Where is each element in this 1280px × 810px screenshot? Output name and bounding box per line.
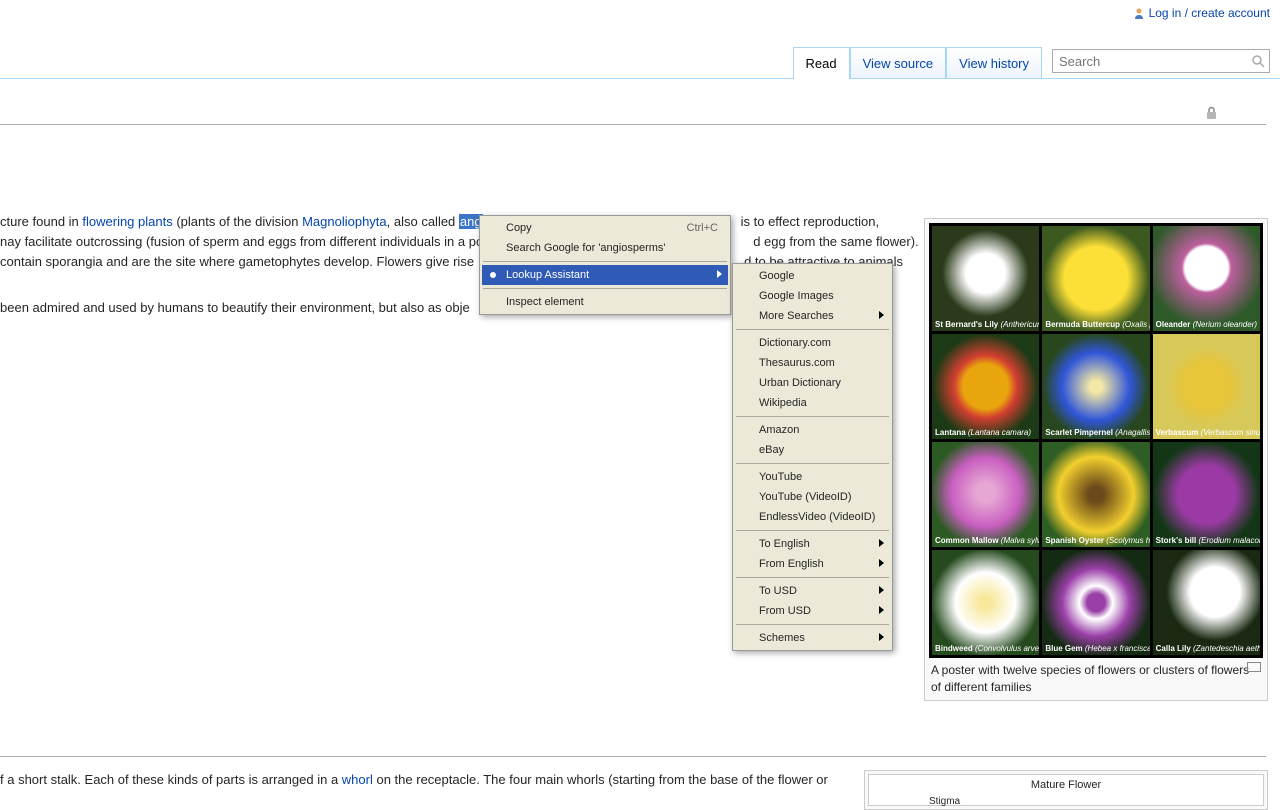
flower-label: Blue Gem (Hebea x franciscana) bbox=[1042, 642, 1149, 655]
diagram-title: Mature Flower bbox=[1031, 779, 1101, 791]
submenu-endlessvideo[interactable]: EndlessVideo (VideoID) bbox=[735, 507, 890, 527]
flower-label: Bindweed (Convolvulus arvensis) bbox=[932, 642, 1039, 655]
radio-dot-icon bbox=[490, 272, 496, 278]
menu-separator bbox=[736, 577, 889, 578]
section-separator bbox=[0, 756, 1266, 757]
shortcut-label: Ctrl+C bbox=[687, 222, 718, 234]
flower-label: Verbascum (Verbascum sinuatum) bbox=[1153, 426, 1260, 439]
flower-cell[interactable]: Bindweed (Convolvulus arvensis) bbox=[932, 550, 1039, 655]
submenu-arrow-icon bbox=[879, 311, 884, 319]
menu-lookup-assistant[interactable]: Lookup Assistant bbox=[482, 265, 728, 285]
menu-copy[interactable]: CopyCtrl+C bbox=[482, 218, 728, 238]
link-whorl[interactable]: whorl bbox=[342, 772, 373, 787]
flower-poster-figure: St Bernard's Lily (Anthericum liliago)Be… bbox=[924, 218, 1268, 701]
tab-read[interactable]: Read bbox=[793, 47, 850, 79]
submenu-arrow-icon bbox=[879, 586, 884, 594]
submenu-more-searches[interactable]: More Searches bbox=[735, 306, 890, 326]
submenu-google[interactable]: Google bbox=[735, 266, 890, 286]
submenu-google-images[interactable]: Google Images bbox=[735, 286, 890, 306]
text: cture found in bbox=[0, 214, 82, 229]
flower-cell[interactable]: St Bernard's Lily (Anthericum liliago) bbox=[932, 226, 1039, 331]
menu-separator bbox=[483, 261, 727, 262]
text: nay facilitate outcrossing (fusion of sp… bbox=[0, 234, 483, 249]
flower-diagram: Mature Flower Stigma bbox=[864, 770, 1268, 810]
submenu-from-english[interactable]: From English bbox=[735, 554, 890, 574]
text: , also called bbox=[387, 214, 459, 229]
submenu-wikipedia[interactable]: Wikipedia bbox=[735, 393, 890, 413]
login-link[interactable]: Log in / create account bbox=[1149, 6, 1270, 20]
flower-cell[interactable]: Verbascum (Verbascum sinuatum) bbox=[1153, 334, 1260, 439]
submenu-urban-dictionary[interactable]: Urban Dictionary bbox=[735, 373, 890, 393]
submenu-thesaurus[interactable]: Thesaurus.com bbox=[735, 353, 890, 373]
flower-label: Bermuda Buttercup (Oxalis pes-caprae) bbox=[1042, 318, 1149, 331]
flower-label: Oleander (Nerium oleander) bbox=[1153, 318, 1260, 331]
submenu-arrow-icon bbox=[879, 539, 884, 547]
menu-separator bbox=[736, 463, 889, 464]
text: contain sporangia and are the site where… bbox=[0, 254, 474, 269]
submenu-arrow-icon bbox=[879, 606, 884, 614]
submenu-to-english[interactable]: To English bbox=[735, 534, 890, 554]
search-box bbox=[1052, 49, 1270, 73]
title-separator bbox=[0, 124, 1266, 125]
submenu-dictionary[interactable]: Dictionary.com bbox=[735, 333, 890, 353]
flower-cell[interactable]: Blue Gem (Hebea x franciscana) bbox=[1042, 550, 1149, 655]
enlarge-icon[interactable] bbox=[1247, 662, 1261, 672]
submenu-arrow-icon bbox=[879, 559, 884, 567]
search-input[interactable] bbox=[1052, 49, 1270, 73]
tab-view-source[interactable]: View source bbox=[850, 47, 947, 78]
lookup-submenu: Google Google Images More Searches Dicti… bbox=[732, 263, 893, 651]
link-magnoliophyta[interactable]: Magnoliophyta bbox=[302, 214, 387, 229]
diagram-label-stigma: Stigma bbox=[929, 796, 960, 807]
submenu-from-usd[interactable]: From USD bbox=[735, 601, 890, 621]
flower-cell[interactable]: Calla Lily (Zantedeschia aethiopica) bbox=[1153, 550, 1260, 655]
text: on the receptacle. The four main whorls … bbox=[373, 772, 828, 787]
text: f a short stalk. Each of these kinds of … bbox=[0, 772, 342, 787]
submenu-amazon[interactable]: Amazon bbox=[735, 420, 890, 440]
flower-cell[interactable]: Spanish Oyster (Scolymus hispanicus) bbox=[1042, 442, 1149, 547]
flower-cell[interactable]: Oleander (Nerium oleander) bbox=[1153, 226, 1260, 331]
flower-cell[interactable]: Common Mallow (Malva sylvestris) bbox=[932, 442, 1039, 547]
menu-separator bbox=[736, 624, 889, 625]
menu-separator bbox=[736, 329, 889, 330]
menu-inspect-element[interactable]: Inspect element bbox=[482, 292, 728, 312]
flower-label: Scarlet Pimpernel (Anagallis arvensis) bbox=[1042, 426, 1149, 439]
flower-cell[interactable]: Bermuda Buttercup (Oxalis pes-caprae) bbox=[1042, 226, 1149, 331]
flower-grid: St Bernard's Lily (Anthericum liliago)Be… bbox=[929, 223, 1263, 658]
submenu-to-usd[interactable]: To USD bbox=[735, 581, 890, 601]
flower-label: Common Mallow (Malva sylvestris) bbox=[932, 534, 1039, 547]
flower-cell[interactable]: Lantana (Lantana camara) bbox=[932, 334, 1039, 439]
link-flowering-plants[interactable]: flowering plants bbox=[82, 214, 172, 229]
account-links: Log in / create account bbox=[1133, 6, 1270, 20]
context-menu: CopyCtrl+C Search Google for 'angiosperm… bbox=[479, 215, 731, 315]
text: (plants of the division bbox=[173, 214, 302, 229]
flower-cell[interactable]: Stork's bill (Erodium malacoides) bbox=[1153, 442, 1260, 547]
flower-cell[interactable]: Scarlet Pimpernel (Anagallis arvensis) bbox=[1042, 334, 1149, 439]
page-tabs: Read View source View history bbox=[0, 47, 1280, 79]
flower-label: Calla Lily (Zantedeschia aethiopica) bbox=[1153, 642, 1260, 655]
submenu-youtube[interactable]: YouTube bbox=[735, 467, 890, 487]
submenu-arrow-icon bbox=[717, 270, 722, 278]
submenu-schemes[interactable]: Schemes bbox=[735, 628, 890, 648]
text: d egg from the same flower). bbox=[753, 234, 918, 249]
submenu-ebay[interactable]: eBay bbox=[735, 440, 890, 460]
figure-caption: A poster with twelve species of flowers … bbox=[929, 658, 1263, 696]
text: been admired and used by humans to beaut… bbox=[0, 300, 470, 315]
flower-label: Stork's bill (Erodium malacoides) bbox=[1153, 534, 1260, 547]
menu-search-google[interactable]: Search Google for 'angiosperms' bbox=[482, 238, 728, 258]
flower-label: St Bernard's Lily (Anthericum liliago) bbox=[932, 318, 1039, 331]
user-icon bbox=[1133, 7, 1145, 19]
flower-label: Spanish Oyster (Scolymus hispanicus) bbox=[1042, 534, 1149, 547]
flower-label: Lantana (Lantana camara) bbox=[932, 426, 1039, 439]
lock-icon bbox=[1205, 106, 1218, 120]
search-icon[interactable] bbox=[1251, 54, 1265, 68]
text: is to effect reproduction, bbox=[741, 214, 880, 229]
menu-separator bbox=[736, 416, 889, 417]
menu-separator bbox=[483, 288, 727, 289]
submenu-arrow-icon bbox=[879, 633, 884, 641]
menu-separator bbox=[736, 530, 889, 531]
tab-view-history[interactable]: View history bbox=[946, 47, 1042, 78]
article-body: f a short stalk. Each of these kinds of … bbox=[0, 770, 860, 790]
submenu-youtube-videoid[interactable]: YouTube (VideoID) bbox=[735, 487, 890, 507]
